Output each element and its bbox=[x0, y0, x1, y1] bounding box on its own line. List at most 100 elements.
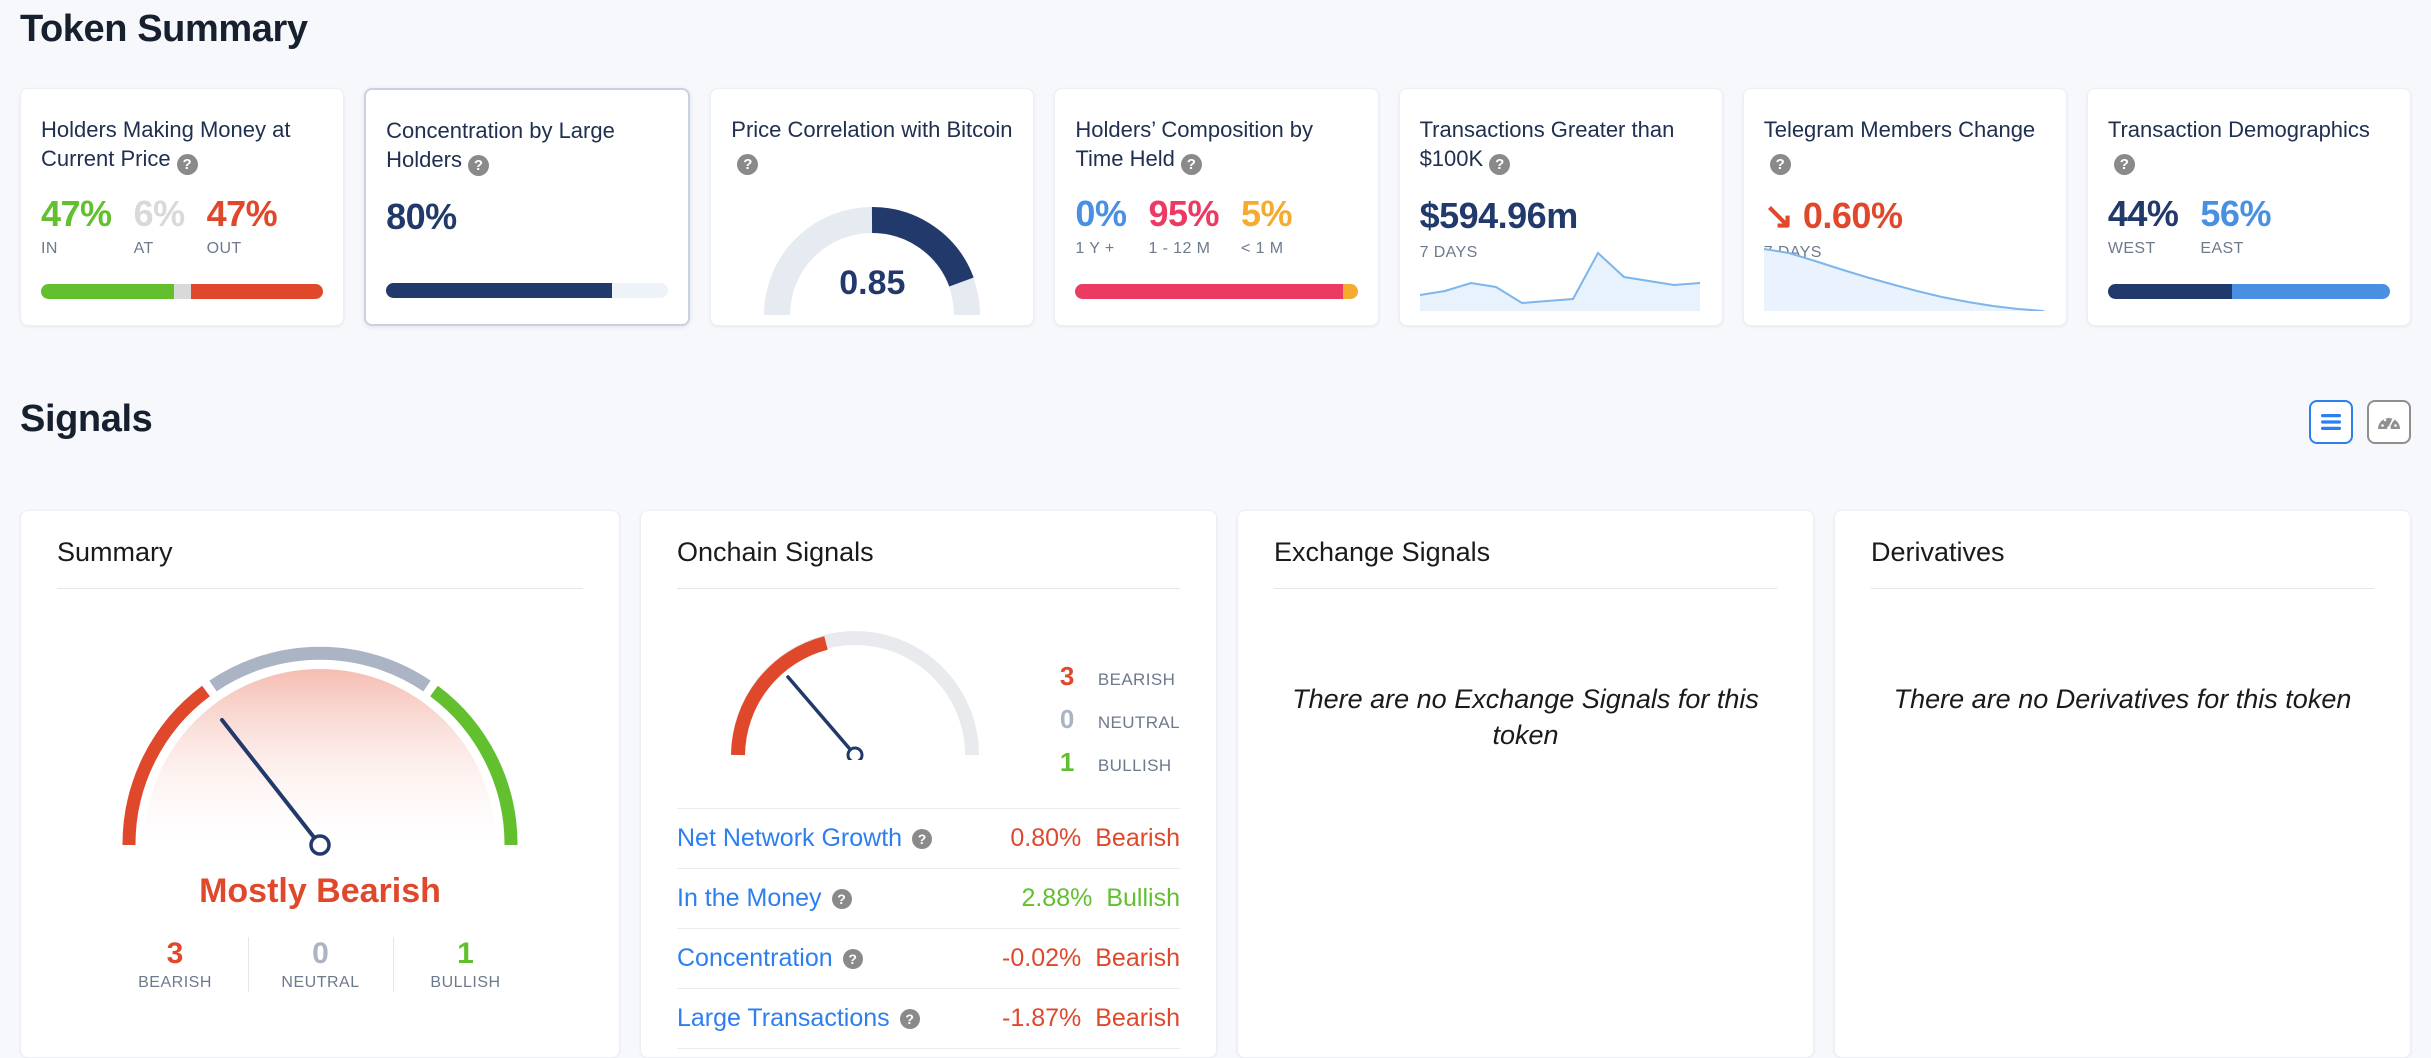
stat-group: 47% IN 6% AT 47% OUT bbox=[41, 195, 323, 258]
count-label: NEUTRAL bbox=[281, 974, 360, 991]
signal-name: Concentration bbox=[677, 944, 833, 972]
card-price-correlation-with-bitcoin[interactable]: Price Correlation with Bitcoin? 0.85 bbox=[710, 88, 1035, 326]
stat-west: 44% WEST bbox=[2108, 195, 2179, 258]
count-neutral: 0 NEUTRAL bbox=[247, 937, 393, 992]
legend-number: 1 bbox=[1059, 747, 1075, 777]
card-title: Holders’ Composition by Time Held? bbox=[1075, 115, 1357, 176]
signal-change: -1.87% bbox=[1002, 1004, 1082, 1032]
correlation-gauge bbox=[711, 195, 1033, 325]
signal-name-wrap: Net Network Growth? bbox=[677, 824, 933, 853]
question-mark-icon[interactable]: ? bbox=[842, 949, 863, 969]
concentration-value: 80% bbox=[386, 196, 457, 238]
card-title-text: Telegram Members Change bbox=[1763, 117, 2036, 142]
correlation-value: 0.85 bbox=[839, 264, 906, 302]
card-title-text: Transaction Demographics bbox=[2107, 117, 2370, 142]
stat-in: 47% IN bbox=[41, 195, 112, 258]
card-title-text: Price Correlation with Bitcoin bbox=[731, 117, 1013, 142]
question-mark-icon[interactable]: ? bbox=[737, 154, 759, 176]
bar-segment-east bbox=[2231, 284, 2390, 299]
panel-exchange-signals: Exchange Signals There are no Exchange S… bbox=[1237, 510, 1814, 1058]
question-mark-icon[interactable]: ? bbox=[176, 154, 198, 176]
panel-title: Derivatives bbox=[1871, 537, 2374, 589]
legend-number: 3 bbox=[1059, 661, 1075, 691]
signal-name: Large Transactions bbox=[677, 1004, 890, 1032]
signal-row-in-the-money[interactable]: In the Money? 2.88% Bullish bbox=[677, 868, 1180, 928]
bar-segment-under-1m bbox=[1343, 284, 1358, 299]
legend-label: BULLISH bbox=[1097, 756, 1172, 775]
legend-bearish: 3 BEARISH bbox=[1060, 661, 1180, 692]
bar-segment-1-12m bbox=[1075, 284, 1344, 299]
onchain-signal-list: Net Network Growth? 0.80% Bearish In the… bbox=[677, 808, 1180, 1049]
signal-row-concentration[interactable]: Concentration? -0.02% Bearish bbox=[677, 928, 1180, 988]
card-title-text: Concentration by Large Holders bbox=[386, 118, 615, 173]
stat-value: 0% bbox=[1075, 193, 1127, 235]
count-number: 3 bbox=[166, 937, 184, 970]
signal-verdict: Bearish bbox=[1095, 1004, 1180, 1032]
signal-name-wrap: Concentration? bbox=[677, 944, 863, 973]
card-title: Price Correlation with Bitcoin? bbox=[731, 115, 1013, 176]
stat-label: EAST bbox=[2200, 239, 2244, 257]
panel-summary: Summary Mostly Bearish 3 BEARISH 0 NEUTR… bbox=[20, 510, 620, 1058]
stat-value: 6% bbox=[133, 193, 186, 235]
signal-verdict: Bearish bbox=[1095, 824, 1180, 852]
question-mark-icon[interactable]: ? bbox=[2113, 154, 2135, 176]
distribution-bar bbox=[1075, 284, 1358, 299]
onchain-legend: 3 BEARISH 0 NEUTRAL 1 BULLISH bbox=[1060, 661, 1180, 790]
question-mark-icon[interactable]: ? bbox=[1180, 154, 1202, 176]
gauge-view-toggle[interactable] bbox=[2367, 400, 2411, 444]
signals-panels: Summary Mostly Bearish 3 BEARISH 0 NEUTR… bbox=[20, 510, 2411, 1058]
signal-verdict: Bullish bbox=[1106, 884, 1180, 912]
distribution-bar bbox=[2107, 284, 2390, 299]
stat-group: 44% WEST 56% EAST bbox=[2108, 195, 2390, 258]
transactions-value: $594.96m bbox=[1419, 195, 1579, 237]
signal-name-wrap: Large Transactions? bbox=[677, 1004, 920, 1033]
stat-label: WEST bbox=[2107, 239, 2156, 257]
signal-change: 2.88% bbox=[1021, 884, 1093, 912]
question-mark-icon[interactable]: ? bbox=[1769, 154, 1791, 176]
list-view-toggle[interactable] bbox=[2309, 400, 2353, 444]
signal-values: -1.87% Bearish bbox=[1002, 1004, 1180, 1033]
question-mark-icon[interactable]: ? bbox=[912, 829, 933, 849]
question-mark-icon[interactable]: ? bbox=[1489, 154, 1511, 176]
card-holders-composition-by-time-held[interactable]: Holders’ Composition by Time Held? 0% 1 … bbox=[1054, 88, 1379, 326]
stat-east: 56% EAST bbox=[2200, 195, 2271, 258]
card-holders-making-money[interactable]: Holders Making Money at Current Price? 4… bbox=[20, 88, 345, 326]
signals-heading: Signals bbox=[20, 398, 153, 440]
legend-number: 0 bbox=[1059, 704, 1075, 734]
stat-value: 44% bbox=[2107, 193, 2179, 235]
distribution-bar bbox=[41, 284, 324, 299]
stat-at: 6% AT bbox=[133, 193, 186, 258]
count-bullish: 1 BULLISH bbox=[392, 937, 538, 992]
card-transactions-greater-than-100k[interactable]: Transactions Greater than $100K? $594.96… bbox=[1398, 88, 1723, 326]
stat-value: 5% bbox=[1241, 193, 1293, 235]
question-mark-icon[interactable]: ? bbox=[467, 155, 489, 177]
count-label: BEARISH bbox=[138, 974, 212, 991]
card-transaction-demographics[interactable]: Transaction Demographics? 44% WEST 56% E… bbox=[2086, 88, 2411, 326]
signal-values: 2.88% Bullish bbox=[1021, 884, 1180, 913]
signal-row-large-transactions[interactable]: Large Transactions? -1.87% Bearish bbox=[677, 988, 1180, 1049]
stat-value: 47% bbox=[206, 193, 278, 235]
summary-gauge-svg bbox=[122, 646, 518, 856]
stat-value: 95% bbox=[1148, 193, 1220, 235]
bar-segment-out bbox=[190, 284, 324, 299]
panel-title: Summary bbox=[57, 537, 583, 589]
legend-bullish: 1 BULLISH bbox=[1060, 747, 1180, 778]
token-summary-heading: Token Summary bbox=[20, 8, 308, 50]
summary-gauge bbox=[57, 623, 583, 858]
stat-label: 1 Y + bbox=[1075, 239, 1115, 257]
signal-row-net-network-growth[interactable]: Net Network Growth? 0.80% Bearish bbox=[677, 808, 1180, 868]
stat-out: 47% OUT bbox=[207, 195, 278, 258]
derivatives-empty-message: There are no Derivatives for this token bbox=[1893, 684, 2352, 714]
legend-neutral: 0 NEUTRAL bbox=[1060, 704, 1180, 735]
stat-1-12m: 95% 1 - 12 M bbox=[1148, 195, 1219, 258]
count-number: 0 bbox=[312, 937, 329, 970]
telegram-change-value: ↘ 0.60% bbox=[1764, 195, 2046, 237]
gauge-icon bbox=[2378, 417, 2400, 430]
question-mark-icon[interactable]: ? bbox=[831, 889, 852, 909]
signals-view-toggle-group bbox=[2309, 400, 2411, 444]
card-concentration-by-large-holders[interactable]: Concentration by Large Holders? 80% bbox=[364, 88, 691, 326]
panel-onchain-signals: Onchain Signals 3 BEARISH 0 NEUTRAL 1 BU… bbox=[640, 510, 1217, 1058]
transactions-sparkline bbox=[1419, 251, 1700, 311]
question-mark-icon[interactable]: ? bbox=[899, 1009, 920, 1029]
card-telegram-members-change[interactable]: Telegram Members Change? ↘ 0.60% 7 DAYS bbox=[1742, 88, 2067, 326]
